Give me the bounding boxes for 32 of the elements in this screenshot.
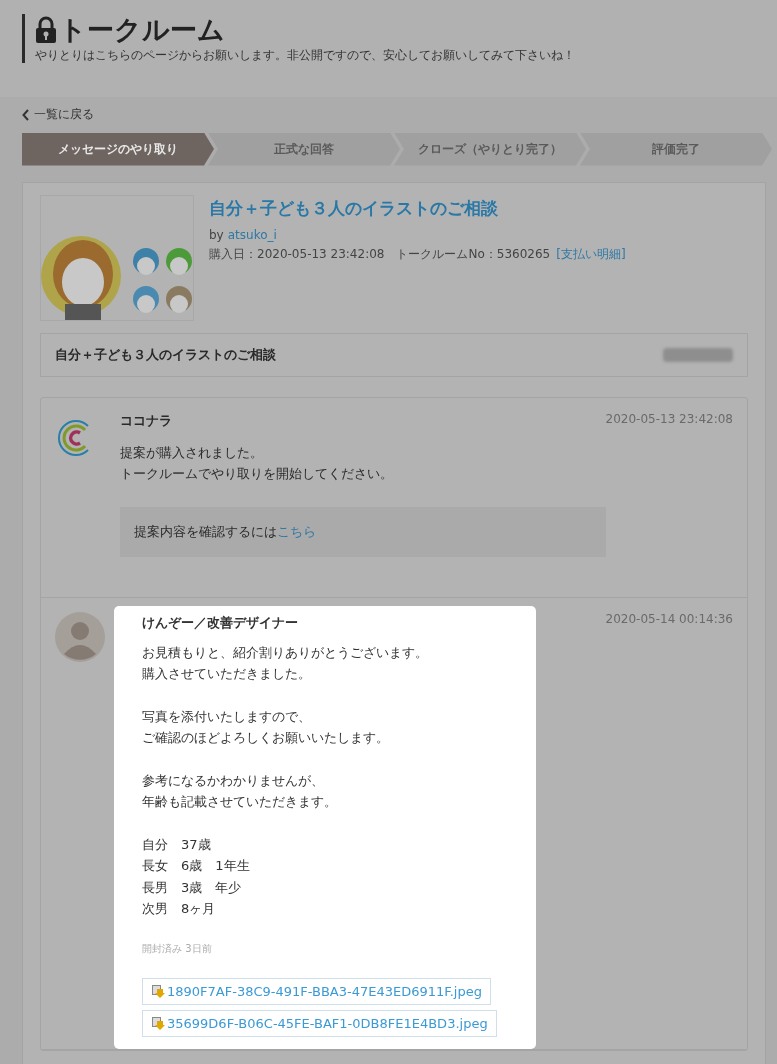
progress-step: メッセージのやり取り	[22, 132, 214, 166]
here-link[interactable]: こちら	[277, 523, 316, 539]
lock-icon	[35, 16, 57, 44]
avatar-icon	[55, 611, 105, 662]
message-time: 2020-05-13 23:42:08	[605, 411, 733, 428]
read-status: 開封済み 3日前	[142, 941, 213, 956]
message-time: 2020-05-14 00:14:36	[605, 611, 733, 628]
file-download-icon	[151, 984, 165, 998]
file-download-icon	[151, 1016, 165, 1030]
progress-step: 評価完了	[580, 132, 772, 166]
page-title: トークルーム	[59, 14, 225, 46]
attachment-link[interactable]: 35699D6F-B06C-45FE-BAF1-0DB8FE1E4BD3.jpeg	[142, 1009, 497, 1037]
message-text: 提案が購入されました。 トークルームでやり取りを開始してください。	[120, 443, 394, 483]
attachment-link[interactable]: 1890F7AF-38C9-491F-BBA3-47E43ED6911F.jpeg	[142, 977, 491, 1005]
progress-step: 正式な回答	[208, 132, 400, 166]
payment-link[interactable]: [支払い明細]	[556, 245, 626, 263]
progress-step: クローズ（やりとり完了）	[394, 132, 586, 166]
message-text: 自分 37歳 長女 6歳 1年生 長男 3歳 年少 次男 8ヶ月	[142, 835, 251, 918]
chevron-left-icon	[22, 108, 30, 121]
purchase-info: 購入日：2020-05-13 23:42:08 トークルームNo：5360265	[209, 245, 551, 263]
back-link[interactable]: 一覧に戻る	[22, 106, 94, 123]
page-subtitle: やりとりはこちらのページからお願いします。非公開ですので、安心してお願いしてみて下さいね！	[35, 48, 576, 63]
by-label: by	[209, 227, 224, 242]
message-text: 写真を添付いたしますので、 ご確認のほどよろしくお願いいたします。	[142, 707, 390, 747]
notice-text: 提案内容を確認するにはこちら	[120, 506, 606, 557]
sender-name: けんぞー／改善デザイナー	[142, 613, 299, 632]
author-link[interactable]: atsuko_i	[227, 227, 277, 242]
sender-name: ココナラ	[120, 411, 173, 430]
message-text: お見積もりと、紹介割りありがとうございます。 購入させていただきました。	[142, 643, 429, 683]
message-text: 参考になるかわかりませんが、 年齢も記載させていただきます。	[142, 771, 338, 811]
service-title[interactable]: 自分＋子ども３人のイラストのご相談	[209, 196, 626, 220]
order-name: 自分＋子ども３人のイラストのご相談	[55, 345, 276, 364]
